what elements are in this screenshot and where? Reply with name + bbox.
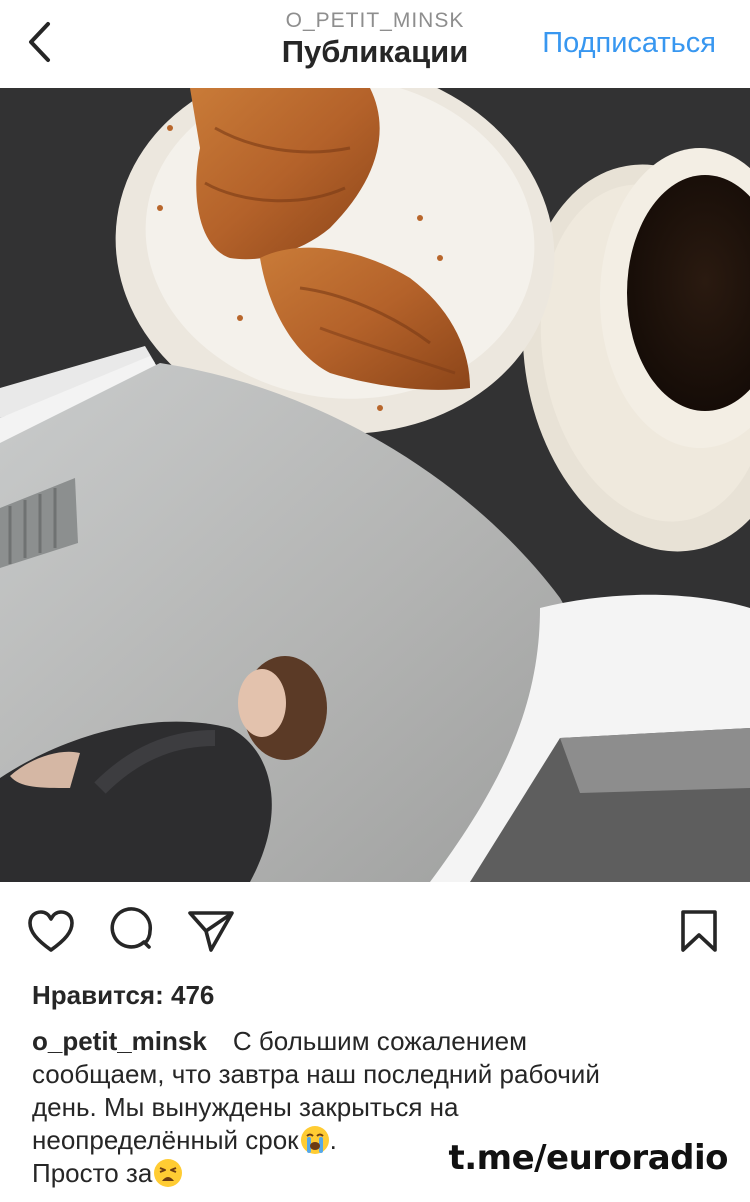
weary-face-emoji (154, 1159, 183, 1187)
follow-button[interactable]: Подписаться (542, 27, 716, 60)
caption-author[interactable]: o_petit_minsk (32, 1026, 207, 1056)
caption-text-4-end: . (329, 1125, 337, 1155)
caption-line-1: o_petit_minsk С большим сожалением (32, 1025, 722, 1058)
caption-text-1: С большим сожалением (232, 1026, 527, 1056)
post-photo-image (0, 88, 750, 882)
comment-button[interactable] (106, 906, 156, 956)
caption-text-3: день. Мы вынуждены закрыться на (32, 1092, 459, 1122)
comment-icon (110, 907, 153, 949)
likes-number: 476 (171, 980, 215, 1010)
caption-text-5: Просто за (32, 1158, 153, 1188)
caption-text-2: сообщаем, что завтра наш последний рабоч… (32, 1059, 600, 1089)
heart-icon (28, 910, 74, 952)
likes-label: Нравится: (32, 980, 164, 1010)
loudly-crying-face-emoji (300, 1126, 329, 1154)
top-bar: O_PETIT_MINSK Публикации Подписаться (0, 0, 750, 88)
share-button[interactable] (186, 906, 236, 956)
save-button[interactable] (674, 906, 724, 956)
like-button[interactable] (26, 906, 76, 956)
paper-plane-icon (188, 911, 234, 952)
bookmark-icon (681, 910, 717, 952)
post-actions (0, 882, 750, 982)
watermark: t.me/euroradio (448, 1138, 728, 1178)
caption-text-4: неопределённый срок (32, 1125, 299, 1155)
likes-count[interactable]: Нравится: 476 (32, 980, 214, 1011)
post-photo[interactable] (0, 88, 750, 882)
